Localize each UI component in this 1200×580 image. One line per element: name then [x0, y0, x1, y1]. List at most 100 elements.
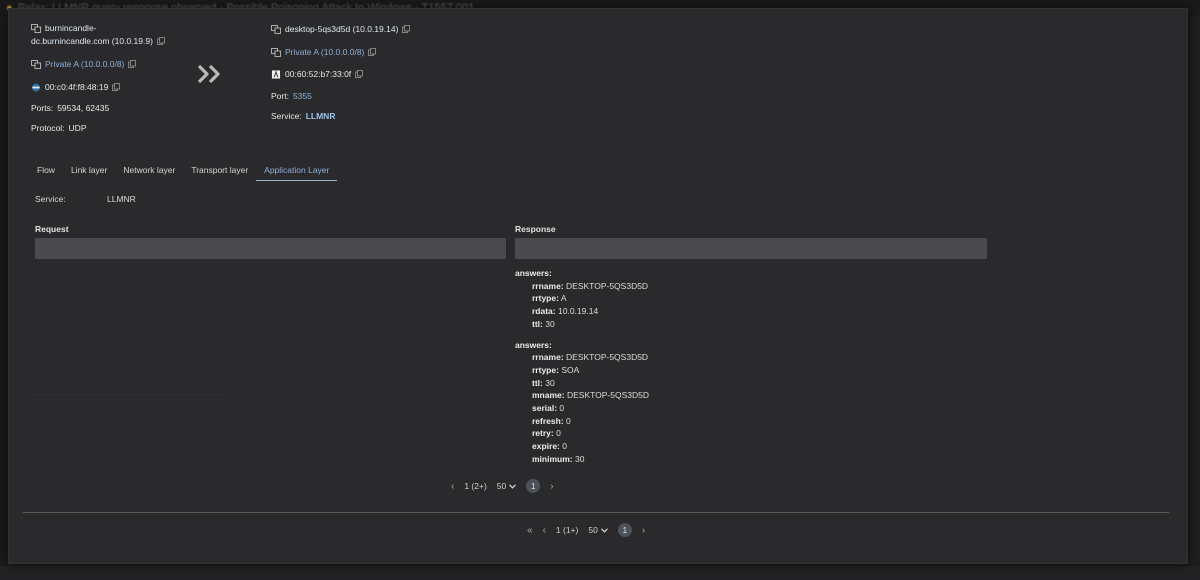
request-bar: [35, 238, 506, 259]
destination-host-row[interactable]: desktop-5qs3d5d (10.0.19.14): [271, 24, 411, 34]
next-page-icon[interactable]: ›: [550, 481, 553, 492]
source-mac[interactable]: 00:c0:4f:f8:48:19: [45, 82, 108, 92]
source-host-row[interactable]: burnincandle-: [31, 23, 97, 33]
destination-network[interactable]: Private A (10.0.0.0/8): [285, 47, 364, 57]
destination-network-row[interactable]: Private A (10.0.0.0/8): [271, 47, 377, 57]
field-row: rrtype: A: [515, 292, 649, 305]
divider-line: [31, 394, 226, 395]
field-key: retry:: [532, 428, 554, 439]
field-row: ttl: 30: [515, 377, 649, 390]
field-key: minimum:: [532, 453, 573, 464]
source-host-line1[interactable]: burnincandle-: [45, 23, 97, 33]
app-service-label: Service:: [35, 194, 66, 204]
source-network-row[interactable]: Private A (10.0.0.0/8): [31, 59, 137, 69]
next-page-icon[interactable]: ›: [642, 525, 645, 536]
field-key: serial:: [532, 403, 558, 414]
current-page[interactable]: 1: [526, 479, 541, 493]
copy-icon[interactable]: [157, 37, 165, 45]
field-key: mname:: [532, 390, 565, 401]
tab-flow[interactable]: Flow: [29, 159, 63, 181]
field-value: 30: [575, 453, 585, 464]
response-bar: [515, 238, 987, 259]
answers-block: answers: rrname: DESKTOP-5QS3D5D rrtype:…: [515, 267, 649, 466]
source-host-row-2[interactable]: dc.burnincandle.com (10.0.19.9): [31, 36, 165, 46]
destination-mac-row[interactable]: 00:60:52:b7:33:0f: [271, 69, 364, 79]
field-key: ttl:: [532, 318, 543, 329]
source-ports-row: Ports: 59534, 62435: [31, 103, 109, 113]
prev-page-icon[interactable]: ‹: [451, 481, 454, 492]
field-value: SOA: [561, 364, 580, 375]
field-key: rrname:: [532, 352, 564, 363]
tab-network-layer[interactable]: Network layer: [115, 159, 183, 181]
page-size-select[interactable]: 50: [588, 525, 608, 535]
destination-service-value[interactable]: LLMNR: [306, 111, 336, 121]
destination-port-value[interactable]: 5355: [293, 91, 312, 101]
field-value: DESKTOP-5QS3D5D: [566, 390, 650, 401]
double-chevron-right-icon: [197, 64, 220, 84]
field-key: ttl:: [532, 377, 543, 388]
field-row: refresh: 0: [515, 415, 649, 428]
answer-title: answers:: [515, 339, 552, 350]
destination-port-row: Port: 5355: [271, 91, 312, 101]
vendor-logo-icon: [271, 69, 281, 79]
tab-transport-layer[interactable]: Transport layer: [183, 159, 256, 181]
page-range: 1 (1+): [555, 525, 579, 535]
field-value: 30: [545, 377, 555, 388]
source-ports-label: Ports:: [31, 103, 54, 113]
source-protocol-value: UDP: [68, 123, 87, 133]
destination-service-label: Service:: [271, 111, 302, 121]
computer-icon: [31, 23, 41, 33]
field-key: rrtype:: [532, 293, 559, 304]
source-mac-row[interactable]: 00:c0:4f:f8:48:19: [31, 82, 121, 92]
outer-pagination: « ‹ 1 (1+) 50 1 ›: [527, 523, 645, 537]
background-scroll-area: [1190, 16, 1200, 566]
destination-mac[interactable]: 00:60:52:b7:33:0f: [285, 69, 351, 79]
event-detail-panel: burnincandle- dc.burnincandle.com (10.0.…: [8, 8, 1188, 564]
first-page-icon[interactable]: «: [527, 525, 533, 536]
response-title: Response: [515, 224, 556, 234]
answer-1: answers: rrname: DESKTOP-5QS3D5D rrtype:…: [515, 339, 649, 466]
tab-link-layer[interactable]: Link layer: [63, 159, 115, 181]
source-host-line2[interactable]: dc.burnincandle.com (10.0.19.9): [31, 36, 153, 46]
field-row: rdata: 10.0.19.14: [515, 305, 649, 318]
field-value: A: [560, 293, 567, 304]
destination-host[interactable]: desktop-5qs3d5d (10.0.19.14): [285, 24, 398, 34]
answer-spacer: [515, 331, 649, 339]
page-size-select[interactable]: 50: [496, 481, 517, 491]
section-divider: [23, 512, 1169, 513]
field-key: rrname:: [532, 280, 564, 291]
field-key: rrtype:: [532, 364, 559, 375]
background-bottom-strip: [0, 566, 1200, 580]
source-ports-value: 59534, 62435: [57, 103, 110, 113]
field-key: expire:: [532, 441, 560, 452]
field-row: rrname: DESKTOP-5QS3D5D: [515, 351, 649, 364]
copy-icon[interactable]: [112, 83, 121, 91]
tab-application-layer[interactable]: Application Layer: [256, 159, 338, 181]
prev-page-icon[interactable]: ‹: [543, 525, 546, 536]
page-size-value: 50: [588, 525, 598, 535]
copy-icon[interactable]: [128, 60, 137, 68]
page-size-value: 50: [496, 481, 507, 491]
copy-icon[interactable]: [368, 48, 377, 56]
field-value: 0: [562, 441, 567, 452]
answer-title: answers:: [515, 268, 552, 278]
page-range: 1 (2+): [464, 481, 487, 491]
current-page[interactable]: 1: [617, 523, 632, 537]
source-network[interactable]: Private A (10.0.0.0/8): [45, 59, 124, 69]
request-title: Request: [35, 224, 69, 234]
app-service-value: LLMNR: [107, 194, 136, 204]
chevron-down-icon: [600, 527, 608, 533]
field-row: rrname: DESKTOP-5QS3D5D: [515, 280, 649, 293]
field-value: 0: [566, 415, 571, 426]
page: ● Relax: LLMNR query response observed -…: [0, 0, 1200, 580]
chevron-down-icon: [509, 483, 517, 489]
field-value: 0: [559, 403, 565, 414]
layer-tabs: Flow Link layer Network layer Transport …: [29, 159, 338, 181]
source-protocol-row: Protocol: UDP: [31, 123, 87, 133]
source-protocol-label: Protocol:: [31, 123, 65, 133]
copy-icon[interactable]: [355, 70, 364, 78]
network-icon: [271, 47, 281, 57]
field-row: serial: 0: [515, 402, 649, 415]
copy-icon[interactable]: [402, 25, 411, 33]
field-row: retry: 0: [515, 427, 649, 440]
